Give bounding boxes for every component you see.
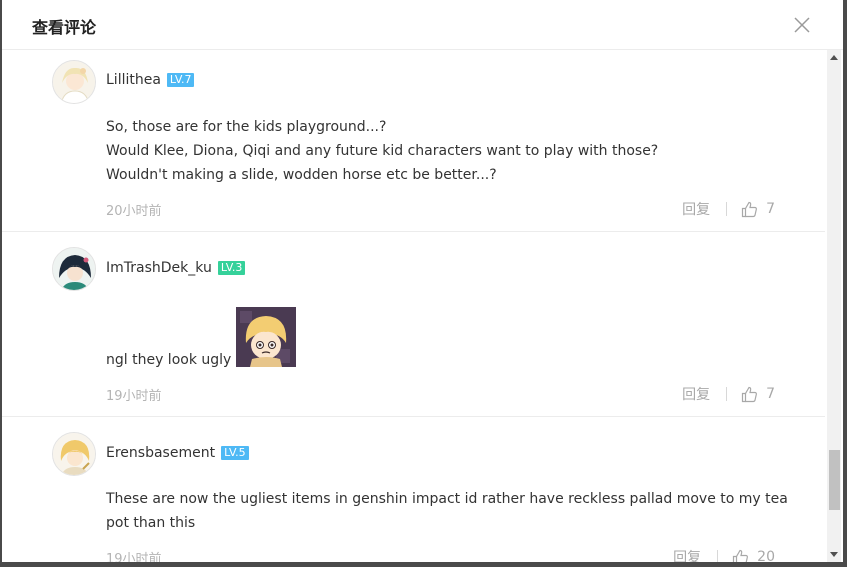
thumbs-up-icon [733, 549, 749, 562]
comment-username[interactable]: ImTrashDek_ku LV.3 [106, 260, 246, 276]
sticker-image [236, 307, 296, 367]
comment-text-line: So, those are for the kids playground...… [106, 119, 387, 135]
comment-username[interactable]: Lillithea LV.7 [106, 72, 195, 88]
modal-header: 查看评论 [2, 0, 843, 50]
comment-text-line: These are now the ugliest items in gensh… [106, 491, 788, 507]
avatar[interactable] [52, 432, 96, 476]
username-text[interactable]: Lillithea [106, 72, 161, 88]
thumbs-up-icon [741, 201, 758, 217]
divider [717, 550, 719, 562]
scroll-down-button[interactable] [827, 548, 841, 562]
scroll-thumb[interactable] [829, 450, 840, 510]
comment-text-line: ngl they look ugly [106, 352, 232, 368]
triangle-down-icon [830, 552, 838, 557]
divider [726, 202, 728, 216]
username-text[interactable]: ImTrashDek_ku [106, 260, 212, 276]
level-badge: LV.5 [221, 446, 249, 460]
comment-item: Lillithea LV.7 So, those are for the kid… [2, 50, 825, 232]
like-button[interactable]: 20 [732, 549, 775, 562]
comment-username[interactable]: Erensbasement LV.5 [106, 445, 249, 461]
avatar[interactable] [52, 247, 96, 291]
comment-actions: 回复 7 [682, 384, 775, 404]
scroll-up-button[interactable] [827, 50, 841, 64]
comment-text-line: pot than this [106, 515, 196, 531]
comment-timestamp: 20小时前 [106, 204, 162, 219]
comment-timestamp: 19小时前 [106, 389, 162, 404]
comment-actions: 回复 20 [673, 547, 775, 562]
comment-list[interactable]: Lillithea LV.7 So, those are for the kid… [2, 50, 825, 562]
comment-actions: 回复 7 [682, 199, 775, 219]
vertical-scrollbar[interactable] [827, 50, 841, 562]
comments-modal: 查看评论 Lillithea LV.7 So, those are for th… [2, 0, 843, 562]
divider [726, 387, 728, 401]
level-badge: LV.7 [166, 73, 195, 87]
thumbs-up-icon [741, 386, 758, 402]
username-text[interactable]: Erensbasement [106, 445, 215, 461]
comment-text-line: Would Klee, Diona, Qiqi and any future k… [106, 143, 659, 159]
comment-timestamp: 19小时前 [106, 552, 162, 562]
comment-text-line: Wouldn't making a slide, wodden horse et… [106, 167, 497, 183]
like-button[interactable]: 7 [741, 386, 775, 403]
like-count: 7 [766, 386, 775, 402]
reply-button[interactable]: 回复 [682, 384, 710, 404]
comment-item: Erensbasement LV.5 These are now the ugl… [2, 417, 825, 562]
like-count: 20 [757, 549, 775, 562]
avatar[interactable] [52, 60, 96, 104]
triangle-up-icon [830, 55, 838, 60]
reply-button[interactable]: 回复 [673, 547, 701, 562]
close-icon [794, 17, 810, 33]
like-count: 7 [766, 201, 775, 217]
close-button[interactable] [791, 14, 813, 36]
like-button[interactable]: 7 [741, 201, 775, 218]
level-badge: LV.3 [217, 261, 246, 275]
modal-title: 查看评论 [32, 18, 97, 37]
reply-button[interactable]: 回复 [682, 199, 710, 219]
comment-item: ImTrashDek_ku LV.3 ngl they look ugly 19… [2, 232, 825, 417]
